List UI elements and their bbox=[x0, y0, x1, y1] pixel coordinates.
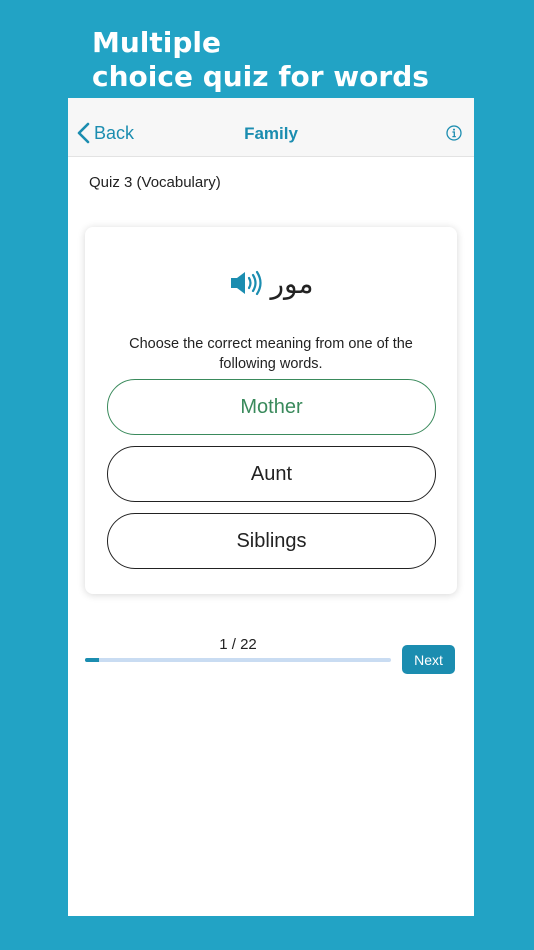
promo-heading: Multiple choice quiz for words bbox=[92, 26, 429, 94]
app-screen: Back Family Quiz 3 (Vocabulary) مور Choo… bbox=[68, 98, 474, 916]
answer-option-mother[interactable]: Mother bbox=[107, 379, 436, 435]
promo-line-1: Multiple bbox=[92, 26, 222, 59]
answer-option-siblings[interactable]: Siblings bbox=[107, 513, 436, 569]
quiz-instruction: Choose the correct meaning from one of t… bbox=[129, 336, 413, 372]
answer-option-label: Siblings bbox=[236, 529, 307, 552]
quiz-word: مور bbox=[270, 266, 314, 300]
progress-bar bbox=[85, 658, 391, 662]
answer-option-aunt[interactable]: Aunt bbox=[107, 446, 436, 502]
next-button-label: Next bbox=[414, 651, 443, 668]
quiz-card: مور Choose the correct meaning from one … bbox=[85, 227, 457, 594]
navigation-bar: Back Family bbox=[68, 98, 474, 157]
speaker-icon[interactable] bbox=[229, 270, 263, 296]
answer-option-label: Mother bbox=[240, 395, 303, 418]
page-title: Family bbox=[244, 124, 298, 143]
word-row: مور bbox=[85, 263, 457, 303]
next-button[interactable]: Next bbox=[402, 645, 455, 674]
answer-option-label: Aunt bbox=[250, 462, 293, 485]
progress-bar-fill bbox=[85, 658, 99, 662]
quiz-subtitle: Quiz 3 (Vocabulary) bbox=[89, 174, 221, 191]
progress-label: 1 / 22 bbox=[219, 636, 257, 653]
info-circle-icon[interactable] bbox=[446, 125, 462, 141]
promo-line-2: choice quiz for words bbox=[92, 60, 429, 93]
